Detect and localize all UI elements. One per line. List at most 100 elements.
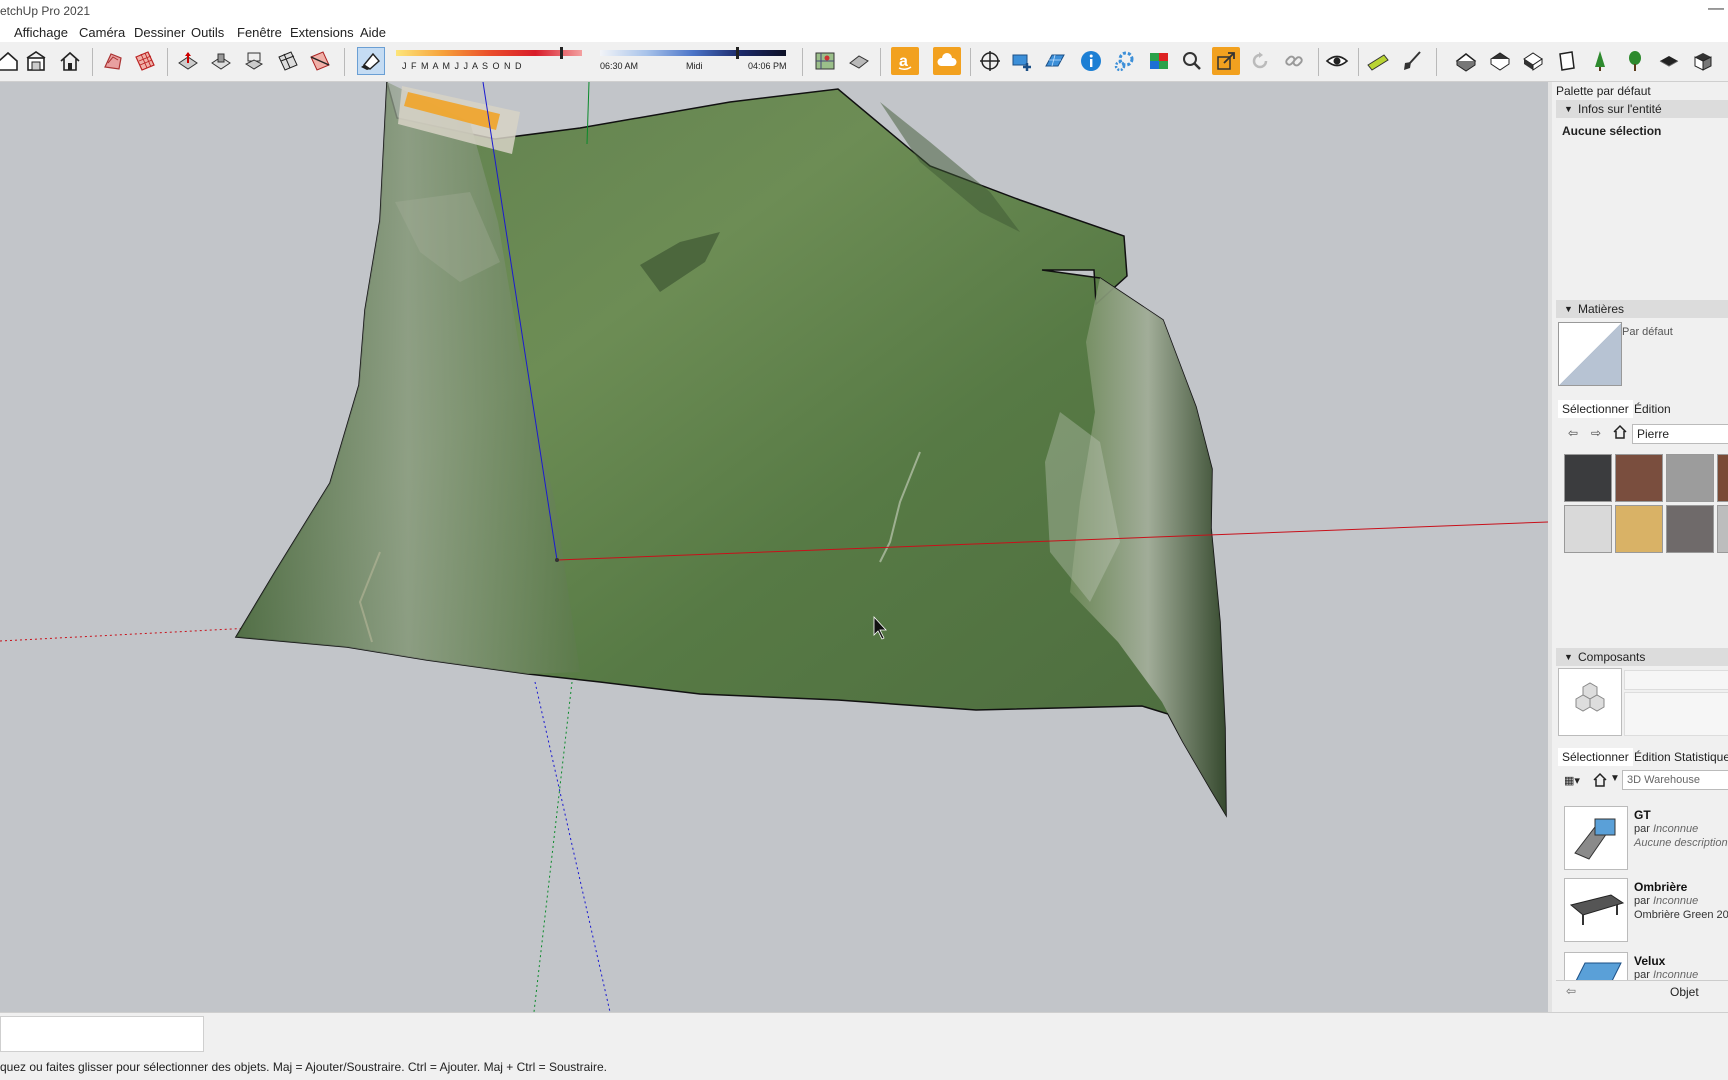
component-thumb-gt[interactable] [1564,806,1628,870]
menu-dessiner[interactable]: Dessiner [134,25,185,40]
add-panel-icon[interactable] [1008,47,1036,75]
component-author: par Inconnue [1634,823,1699,835]
sandbox-from-contours-icon[interactable] [99,47,127,75]
material-library-select[interactable]: Pierre [1632,424,1728,444]
material-swatch[interactable] [1666,505,1714,553]
time-mid-label: Midi [686,61,703,71]
materials-tab-edit[interactable]: Édition [1634,400,1671,418]
measure-icon[interactable] [1364,47,1392,75]
view-iso-icon[interactable] [1452,47,1480,75]
component-name[interactable]: Velux [1634,954,1665,968]
component-description-field[interactable] [1624,692,1728,736]
month-slider-track [396,50,582,56]
component-name-field[interactable] [1624,670,1728,690]
menu-camera[interactable]: Caméra [79,25,125,40]
view-right-icon[interactable] [1553,47,1581,75]
material-swatch[interactable] [1564,505,1612,553]
material-swatch[interactable] [1564,454,1612,502]
component-description: Ombrière Green 2020 [1634,909,1728,921]
sandbox-grid-icon[interactable] [131,47,159,75]
material-swatch[interactable] [1717,454,1728,502]
collapse-triangle-icon: ▼ [1564,304,1573,314]
export-icon[interactable] [1212,47,1240,75]
modeling-viewport[interactable] [0,82,1548,1012]
menu-outils[interactable]: Outils [191,25,224,40]
title-bar: etchUp Pro 2021 — [0,0,1728,24]
zoom-icon[interactable] [1178,47,1206,75]
sandbox-drape-icon[interactable] [240,47,268,75]
warehouse-icon[interactable] [22,47,50,75]
month-labels: J F M A M J J A S O N D [402,61,523,71]
component-preview [1558,668,1622,736]
time-slider-thumb[interactable] [735,47,739,59]
shadow-month-slider[interactable]: J F M A M J J A S O N D [396,46,582,78]
materials-home-icon[interactable] [1612,424,1628,443]
minimize-button[interactable]: — [1708,0,1724,18]
shadow-time-slider[interactable]: 06:30 AM Midi 04:06 PM [600,46,787,78]
settings-icon[interactable] [1110,47,1138,75]
entity-info-header[interactable]: ▼ Infos sur l'entité [1556,100,1728,118]
axes-origin [555,558,559,562]
info-icon[interactable] [1077,47,1105,75]
cubes-icon [1575,682,1605,712]
sandbox-stamp-icon[interactable] [207,47,235,75]
menu-fenetre[interactable]: Fenêtre [237,25,282,40]
scroll-left-icon[interactable]: ⇦ [1566,984,1576,998]
geo-location-icon[interactable] [811,47,839,75]
shadows-toggle-icon[interactable] [357,47,385,75]
component-name[interactable]: GT [1634,808,1651,822]
collapse-triangle-icon: ▼ [1564,104,1573,114]
menu-aide[interactable]: Aide [360,25,386,40]
axes-icon[interactable] [976,47,1004,75]
cloud-icon[interactable] [933,47,961,75]
terrain-scene[interactable] [0,82,1548,1012]
tree-round-icon[interactable] [1621,47,1649,75]
home-icon[interactable] [0,47,22,75]
shovel-icon[interactable] [1398,47,1426,75]
material-swatch[interactable] [1615,505,1663,553]
view-front-icon[interactable] [1519,47,1547,75]
component-search-input[interactable]: 3D Warehouse [1622,770,1728,790]
material-swatch[interactable] [1615,454,1663,502]
sandbox-flip-edge-icon[interactable] [306,47,334,75]
sandbox-smoove-icon[interactable] [174,47,202,75]
component-thumb-ombriere[interactable] [1564,878,1628,942]
forward-arrow-icon[interactable]: ⇨ [1591,426,1601,440]
blue-axis-negative [534,681,611,1012]
eye-icon[interactable] [1323,47,1351,75]
materials-header[interactable]: ▼ Matières [1556,300,1728,318]
component-type-label: Objet [1670,985,1699,999]
view-box-icon[interactable] [1689,47,1717,75]
components-home-icon[interactable] [1592,772,1608,791]
current-material-preview[interactable] [1558,322,1622,386]
back-arrow-icon[interactable]: ⇦ [1568,426,1578,440]
components-tab-select[interactable]: Sélectionner [1558,748,1633,766]
month-slider-thumb[interactable] [559,47,563,59]
menu-affichage[interactable]: Affichage [14,25,68,40]
house-icon[interactable] [56,47,84,75]
component-name[interactable]: Ombrière [1634,880,1687,894]
components-tab-edit[interactable]: Édition [1634,748,1671,766]
components-header[interactable]: ▼ Composants [1556,648,1728,666]
link-icon[interactable] [1280,47,1308,75]
solar-panel-icon[interactable] [1041,47,1069,75]
view-top-icon[interactable] [1486,47,1514,75]
status-hint: quez ou faites glisser pour sélectionner… [0,1060,607,1074]
dropdown-arrow-icon[interactable]: ▼ [1610,773,1620,784]
components-tab-statistics[interactable]: Statistiques [1674,748,1728,766]
amazon-icon[interactable]: a [891,47,919,75]
refresh-icon[interactable] [1246,47,1274,75]
sandbox-add-detail-icon[interactable] [274,47,302,75]
photo-texture-icon[interactable] [845,47,873,75]
material-swatch[interactable] [1666,454,1714,502]
collapse-triangle-icon: ▼ [1564,652,1573,662]
view-options-icon[interactable]: ▦▾ [1564,774,1580,787]
menu-extensions[interactable]: Extensions [290,25,354,40]
materials-tab-select[interactable]: Sélectionner [1558,400,1633,418]
color-grid-icon[interactable] [1145,47,1173,75]
measurements-box[interactable] [0,1016,204,1052]
material-swatch[interactable] [1717,505,1728,553]
tree-conifer-icon[interactable] [1586,47,1614,75]
view-bottom-icon[interactable] [1655,47,1683,75]
entity-selection-status: Aucune sélection [1562,124,1662,138]
